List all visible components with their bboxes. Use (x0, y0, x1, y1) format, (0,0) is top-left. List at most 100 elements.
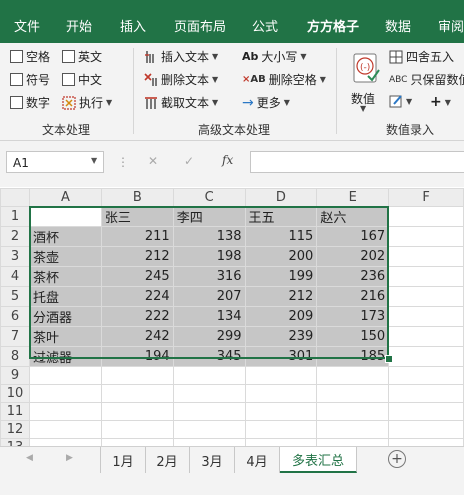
cell[interactable] (28, 366, 102, 385)
column-header[interactable]: C (172, 188, 246, 207)
cell[interactable] (316, 402, 390, 421)
cell[interactable] (388, 246, 464, 267)
tab-insert[interactable]: 插入 (120, 16, 146, 35)
cell[interactable] (388, 206, 464, 227)
cell[interactable] (100, 384, 174, 403)
cell[interactable] (316, 420, 390, 439)
cell[interactable]: 托盘 (28, 286, 102, 307)
cell[interactable] (316, 384, 390, 403)
cell[interactable] (28, 402, 102, 421)
cell[interactable]: 分酒器 (28, 306, 102, 327)
cell[interactable] (28, 420, 102, 439)
cell[interactable] (244, 366, 318, 385)
cell[interactable]: 173 (316, 306, 390, 327)
cell[interactable]: 200 (244, 246, 318, 267)
cell[interactable]: 345 (172, 346, 246, 367)
case-button[interactable]: Ab 大小写 ▼ (242, 48, 307, 65)
cell[interactable]: 236 (316, 266, 390, 287)
cancel-icon[interactable]: ✕ (148, 154, 158, 168)
cell[interactable] (172, 366, 246, 385)
cell[interactable]: 198 (172, 246, 246, 267)
edit-format-button[interactable]: ▼ (389, 94, 412, 108)
cell[interactable]: 245 (100, 266, 174, 287)
cell[interactable] (28, 438, 102, 446)
sheet-tab-mar[interactable]: 3月 (190, 447, 235, 473)
cell[interactable]: 167 (316, 226, 390, 247)
row-header[interactable]: 1 (0, 206, 30, 227)
cell[interactable] (244, 420, 318, 439)
round-button[interactable]: 四舍五入 (389, 48, 454, 65)
delete-spaces-button[interactable]: ×AB 删除空格 ▼ (242, 71, 326, 88)
row-header[interactable]: 8 (0, 346, 30, 367)
cell[interactable] (388, 346, 464, 367)
row-header[interactable]: 12 (0, 420, 30, 439)
tab-review[interactable]: 审阅 (438, 16, 464, 35)
cell[interactable] (244, 402, 318, 421)
row-header[interactable]: 7 (0, 326, 30, 347)
cell[interactable] (100, 438, 174, 446)
cell[interactable] (100, 366, 174, 385)
keep-value-button[interactable]: ABC 只保留数值 (389, 71, 464, 88)
checkbox-chinese[interactable]: 中文 (62, 71, 102, 88)
cell[interactable]: 茶杯 (28, 266, 102, 287)
cell[interactable] (172, 402, 246, 421)
cell[interactable] (28, 206, 102, 227)
cell[interactable]: 242 (100, 326, 174, 347)
tab-formulas[interactable]: 公式 (252, 16, 278, 35)
cell[interactable]: 138 (172, 226, 246, 247)
row-header[interactable]: 3 (0, 246, 30, 267)
fx-icon[interactable]: fx (222, 153, 233, 167)
cell[interactable]: 185 (316, 346, 390, 367)
cell[interactable] (172, 438, 246, 446)
cell[interactable]: 王五 (244, 206, 318, 227)
column-header[interactable]: A (28, 188, 102, 207)
cell[interactable]: 酒杯 (28, 226, 102, 247)
select-all-corner[interactable] (0, 188, 30, 207)
name-box[interactable]: A1 ▼ (6, 151, 104, 173)
cell[interactable]: 茶壶 (28, 246, 102, 267)
extract-text-button[interactable]: 截取文本 ▼ (144, 94, 218, 111)
add-button[interactable]: + ▼ (430, 94, 451, 110)
tab-data[interactable]: 数据 (385, 16, 411, 35)
cell[interactable] (388, 384, 464, 403)
cell[interactable]: 211 (100, 226, 174, 247)
formula-input[interactable] (250, 151, 464, 173)
column-header[interactable]: D (244, 188, 318, 207)
cell[interactable]: 张三 (100, 206, 174, 227)
column-header[interactable]: E (316, 188, 390, 207)
row-header[interactable]: 11 (0, 402, 30, 421)
sheet-tab-jan[interactable]: 1月 (100, 447, 146, 473)
enter-icon[interactable]: ✓ (184, 154, 194, 168)
cell[interactable]: 299 (172, 326, 246, 347)
cell[interactable] (388, 306, 464, 327)
cell[interactable] (388, 402, 464, 421)
cell[interactable] (244, 384, 318, 403)
sheet-tab-apr[interactable]: 4月 (235, 447, 280, 473)
tab-page-layout[interactable]: 页面布局 (174, 16, 226, 35)
sheet-tab-summary[interactable]: 多表汇总 (280, 447, 357, 473)
cell[interactable]: 301 (244, 346, 318, 367)
row-header[interactable]: 10 (0, 384, 30, 403)
tab-fangfanggezi[interactable]: 方方格子 (307, 16, 359, 35)
row-header[interactable]: 13 (0, 438, 30, 446)
delete-text-button[interactable]: 删除文本 ▼ (144, 71, 218, 88)
cell[interactable]: 212 (244, 286, 318, 307)
cell[interactable] (244, 438, 318, 446)
checkbox-symbol[interactable]: 符号 (10, 71, 50, 88)
cell[interactable] (100, 402, 174, 421)
checkbox-number[interactable]: 数字 (10, 94, 50, 111)
cell[interactable]: 239 (244, 326, 318, 347)
scroll-left-icon[interactable]: ◀ (26, 453, 33, 463)
cell[interactable]: 194 (100, 346, 174, 367)
checkbox-english[interactable]: 英文 (62, 48, 102, 65)
row-header[interactable]: 2 (0, 226, 30, 247)
cell[interactable]: 134 (172, 306, 246, 327)
cell[interactable] (100, 420, 174, 439)
row-header[interactable]: 4 (0, 266, 30, 287)
row-header[interactable]: 9 (0, 366, 30, 385)
cell[interactable]: 202 (316, 246, 390, 267)
cell[interactable]: 316 (172, 266, 246, 287)
cell[interactable]: 216 (316, 286, 390, 307)
cell[interactable]: 李四 (172, 206, 246, 227)
sheet-tab-feb[interactable]: 2月 (145, 447, 190, 473)
